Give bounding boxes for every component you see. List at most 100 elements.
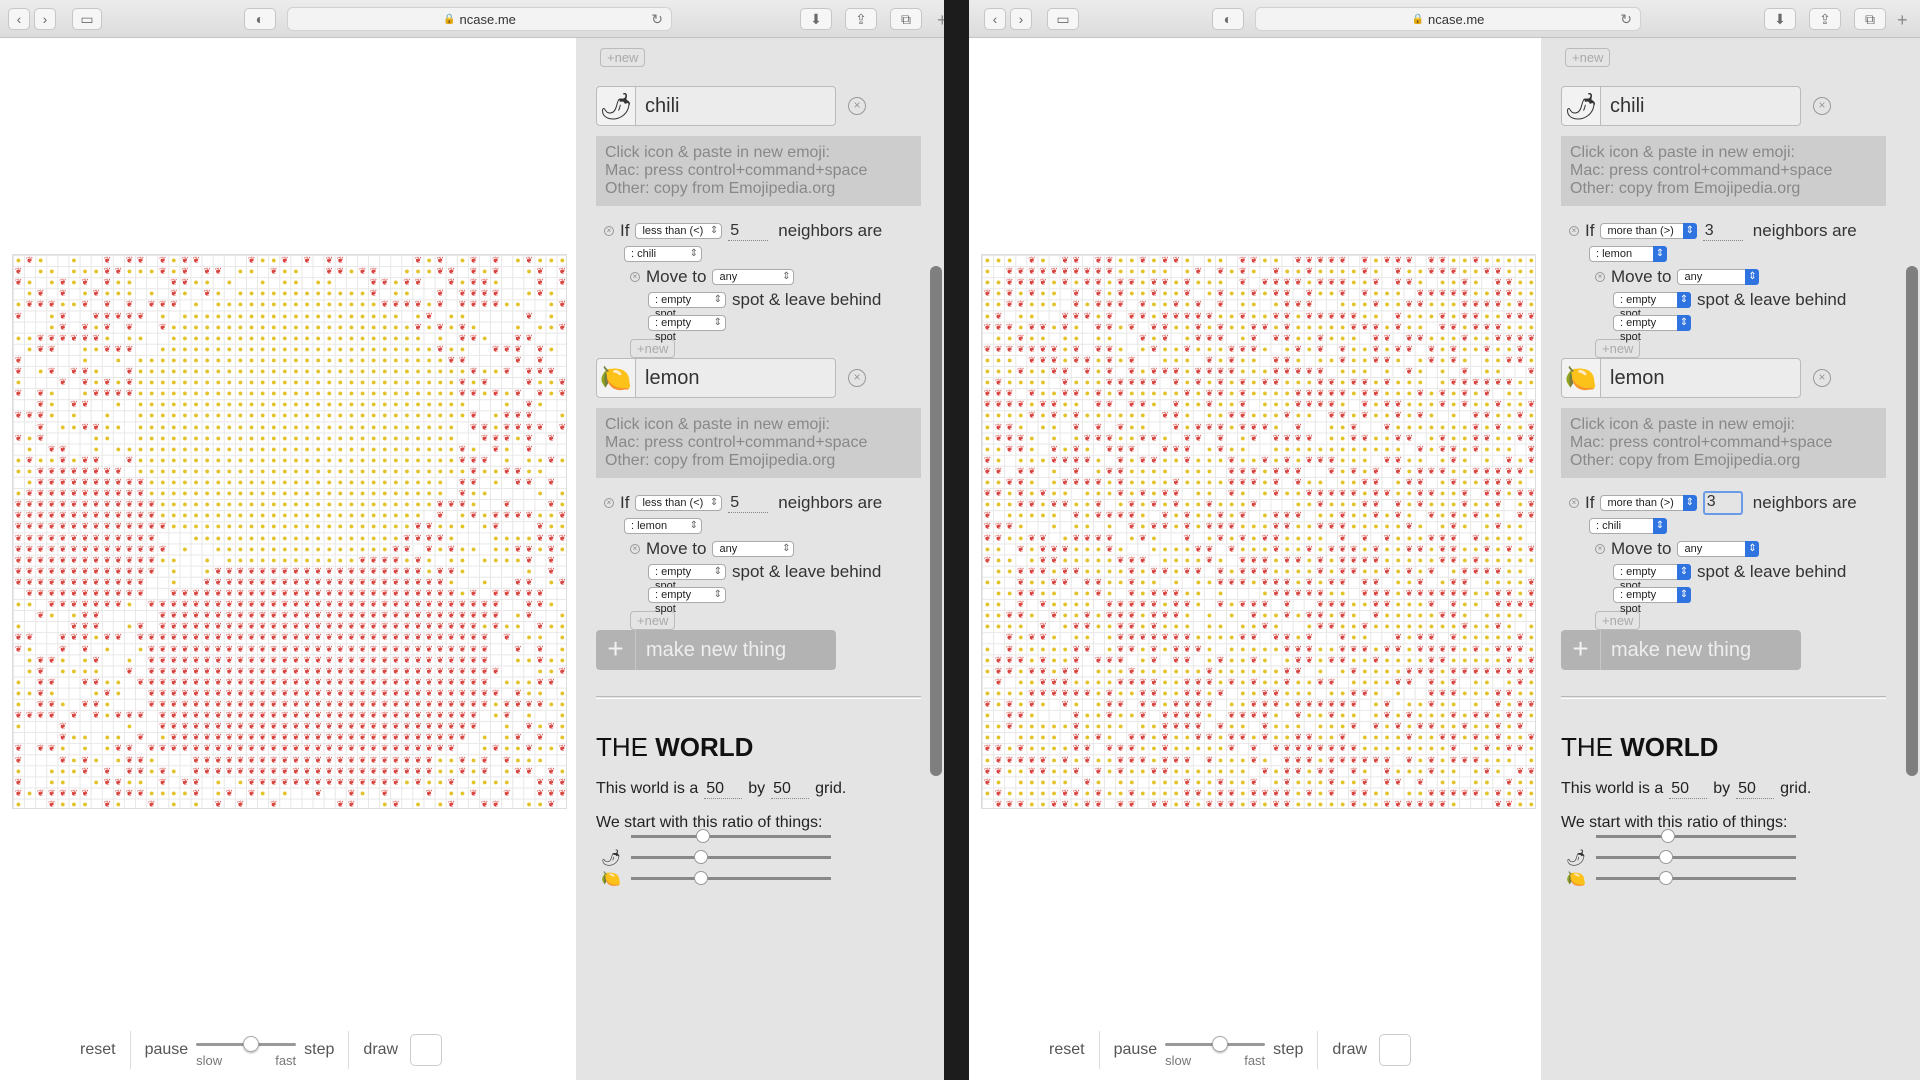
thing-emoji-icon[interactable]: 🍋 bbox=[1561, 358, 1601, 398]
slider-knob[interactable] bbox=[1659, 850, 1673, 864]
panel-scrollbar[interactable] bbox=[930, 266, 942, 776]
ratio-slider[interactable]: 🍋 bbox=[601, 868, 831, 889]
slider-knob[interactable] bbox=[1659, 871, 1673, 885]
forward-icon[interactable]: › bbox=[34, 8, 56, 30]
thing-emoji-icon[interactable]: 🍋 bbox=[596, 358, 636, 398]
thing-emoji-icon[interactable]: 🌶 bbox=[1561, 86, 1601, 126]
privacy-shield-icon[interactable]: ◐ bbox=[244, 8, 276, 30]
reload-icon[interactable]: ↻ bbox=[651, 11, 663, 28]
pause-button[interactable]: pause bbox=[1114, 1041, 1158, 1059]
world-height-input[interactable]: 50 bbox=[1736, 780, 1775, 799]
remove-action-icon[interactable]: × bbox=[1595, 544, 1605, 554]
world-width-input[interactable]: 50 bbox=[1669, 780, 1708, 799]
leave-type-select[interactable]: : empty spot bbox=[1613, 315, 1691, 343]
leave-type-select[interactable]: : empty spot bbox=[1613, 587, 1691, 615]
speed-slider[interactable]: slow fast bbox=[1165, 1035, 1266, 1068]
new-tab-icon[interactable]: + bbox=[937, 10, 944, 31]
world-height-input[interactable]: 50 bbox=[771, 780, 810, 799]
thing-name-field[interactable]: chili bbox=[636, 86, 836, 126]
remove-rule-icon[interactable]: × bbox=[1569, 498, 1579, 508]
remove-rule-icon[interactable]: × bbox=[604, 226, 614, 236]
panel-scrollbar[interactable] bbox=[1906, 266, 1918, 776]
sidebar-icon[interactable]: ▭ bbox=[1047, 8, 1079, 30]
remove-action-icon[interactable]: × bbox=[630, 272, 640, 282]
tabs-icon[interactable]: ⧉ bbox=[890, 8, 922, 30]
step-button[interactable]: step bbox=[1273, 1041, 1303, 1059]
ratio-slider[interactable] bbox=[601, 826, 831, 847]
pause-button[interactable]: pause bbox=[145, 1041, 189, 1059]
ratio-slider[interactable]: 🌶 bbox=[601, 847, 831, 868]
step-button[interactable]: step bbox=[304, 1041, 334, 1059]
slider-knob[interactable] bbox=[1212, 1036, 1229, 1052]
world-grid[interactable]: ● ● ● ❦ ● ❦ ❦ ❦ ❦ ● ● ❦ ● ❦ ❦ ● ● ● ❦ ❦ ● ● ❦ ❦ ❦ ❦ ❦ ❦ ● ❦ ❦ ❦ ❦ ❦ ● ● ❦ ● ● ●… bbox=[981, 254, 1536, 809]
comparator-select[interactable]: more than (>) bbox=[1600, 223, 1698, 239]
neighbor-type-select[interactable]: : lemon bbox=[624, 518, 702, 534]
remove-rule-icon[interactable]: × bbox=[1569, 226, 1579, 236]
move-target-select[interactable]: any bbox=[712, 269, 795, 285]
leave-type-select[interactable]: : empty spot bbox=[648, 587, 726, 615]
forward-icon[interactable]: › bbox=[1010, 8, 1032, 30]
neighbor-count-input[interactable]: 3 bbox=[1702, 222, 1743, 241]
neighbor-count-input[interactable]: 5 bbox=[728, 494, 769, 513]
remove-rule-icon[interactable]: × bbox=[604, 498, 614, 508]
slider-knob[interactable] bbox=[1661, 829, 1675, 843]
neighbor-type-select[interactable]: : lemon bbox=[1589, 246, 1667, 262]
spot-type-select[interactable]: : empty spot bbox=[648, 292, 726, 320]
neighbor-type-select[interactable]: : chili bbox=[624, 246, 702, 262]
ratio-slider[interactable]: 🍋 bbox=[1566, 868, 1796, 889]
comparator-select[interactable]: more than (>) bbox=[1600, 495, 1698, 511]
remove-thing-icon[interactable]: × bbox=[848, 97, 866, 115]
remove-thing-icon[interactable]: × bbox=[1813, 369, 1831, 387]
make-new-thing-button[interactable]: + make new thing bbox=[596, 630, 836, 670]
tabs-icon[interactable]: ⧉ bbox=[1854, 8, 1886, 30]
download-icon[interactable]: ⬇ bbox=[800, 8, 832, 30]
thing-name-field[interactable]: lemon bbox=[1601, 358, 1801, 398]
spot-type-select[interactable]: : empty spot bbox=[1613, 292, 1691, 320]
sidebar-icon[interactable]: ▭ bbox=[72, 8, 102, 30]
move-target-select[interactable]: any bbox=[1677, 541, 1760, 557]
slider-knob[interactable] bbox=[696, 829, 710, 843]
remove-action-icon[interactable]: × bbox=[1595, 272, 1605, 282]
remove-thing-icon[interactable]: × bbox=[848, 369, 866, 387]
privacy-shield-icon[interactable]: ◐ bbox=[1212, 8, 1244, 30]
thing-name-field[interactable]: chili bbox=[1601, 86, 1801, 126]
world-grid[interactable]: ● ❦ ● ● ❦ ❦ ❦ ❦ ● ❦ ❦ ❦ ● ● ❦ ❦ ❦ ❦ ❦ ● ❦ ● ❦ ❦ ● ❦ ● ● ● ❦ ● ● ● ● ● ❦ ❦ ● ● ●… bbox=[12, 254, 567, 809]
speed-slider[interactable]: slow fast bbox=[196, 1035, 297, 1068]
download-icon[interactable]: ⬇ bbox=[1764, 8, 1796, 30]
make-new-thing-button[interactable]: + make new thing bbox=[1561, 630, 1801, 670]
back-icon[interactable]: ‹ bbox=[8, 8, 30, 30]
spot-type-select[interactable]: : empty spot bbox=[1613, 564, 1691, 592]
reset-button[interactable]: reset bbox=[1049, 1041, 1085, 1059]
thing-emoji-icon[interactable]: 🌶 bbox=[596, 86, 636, 126]
new-tab-icon[interactable]: + bbox=[1897, 10, 1908, 31]
neighbor-type-select[interactable]: : chili bbox=[1589, 518, 1667, 534]
neighbor-count-input[interactable]: 5 bbox=[728, 222, 769, 241]
comparator-select[interactable]: less than (<) bbox=[635, 495, 723, 511]
share-icon[interactable]: ⇪ bbox=[1809, 8, 1841, 30]
reload-icon[interactable]: ↻ bbox=[1620, 11, 1632, 28]
neighbor-count-input[interactable]: 3 bbox=[1702, 491, 1743, 515]
remove-action-icon[interactable]: × bbox=[630, 544, 640, 554]
address-bar[interactable]: 🔒 ncase.me ↻ bbox=[1255, 7, 1641, 31]
move-target-select[interactable]: any bbox=[1677, 269, 1760, 285]
slider-knob[interactable] bbox=[243, 1036, 260, 1052]
leave-type-select[interactable]: : empty spot bbox=[648, 315, 726, 343]
add-rule-button[interactable]: +new bbox=[600, 48, 646, 67]
back-icon[interactable]: ‹ bbox=[984, 8, 1006, 30]
draw-brush-box[interactable] bbox=[1379, 1034, 1412, 1066]
remove-thing-icon[interactable]: × bbox=[1813, 97, 1831, 115]
comparator-select[interactable]: less than (<) bbox=[635, 223, 723, 239]
address-bar[interactable]: 🔒 ncase.me ↻ bbox=[287, 7, 672, 31]
slider-knob[interactable] bbox=[694, 871, 708, 885]
spot-type-select[interactable]: : empty spot bbox=[648, 564, 726, 592]
draw-brush-box[interactable] bbox=[410, 1034, 443, 1066]
share-icon[interactable]: ⇪ bbox=[845, 8, 877, 30]
world-width-input[interactable]: 50 bbox=[704, 780, 743, 799]
ratio-slider[interactable]: 🌶 bbox=[1566, 847, 1796, 868]
slider-knob[interactable] bbox=[694, 850, 708, 864]
add-rule-button[interactable]: +new bbox=[1565, 48, 1611, 67]
reset-button[interactable]: reset bbox=[80, 1041, 116, 1059]
move-target-select[interactable]: any bbox=[712, 541, 795, 557]
ratio-slider[interactable] bbox=[1566, 826, 1796, 847]
thing-name-field[interactable]: lemon bbox=[636, 358, 836, 398]
